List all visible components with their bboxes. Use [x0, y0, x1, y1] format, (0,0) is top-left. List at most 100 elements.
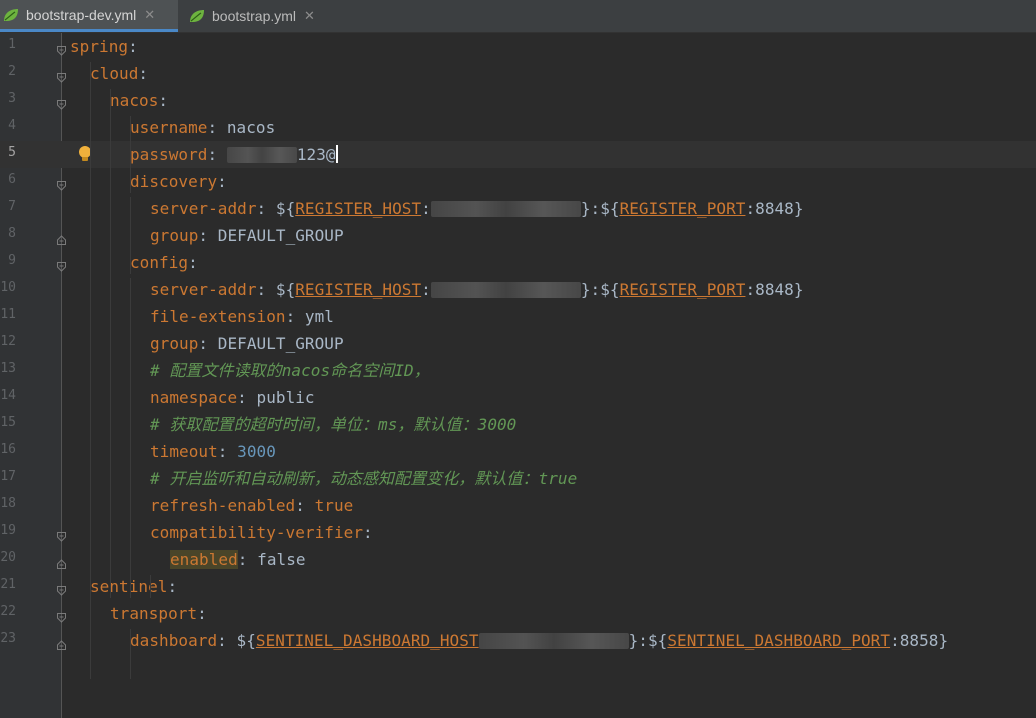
yaml-value: : DEFAULT_GROUP — [198, 226, 344, 245]
yaml-key: enabled — [170, 550, 238, 569]
code-text: sentinel: — [90, 576, 177, 597]
code-line[interactable]: 7 server-addr: ${REGISTER_HOST:}:${REGIST… — [0, 195, 1036, 222]
line-number: 16 — [0, 442, 16, 457]
code-line[interactable]: 19 compatibility-verifier: — [0, 519, 1036, 546]
fold-open-icon[interactable] — [57, 68, 66, 83]
yaml-key: refresh-enabled — [150, 496, 296, 515]
code-text: timeout: 3000 — [150, 441, 276, 462]
yaml-key: true — [314, 496, 354, 515]
line-number: 10 — [0, 280, 16, 295]
line-number: 15 — [0, 415, 16, 430]
code-line[interactable]: 5 password: 123@ — [0, 141, 1036, 168]
yaml-value: : — [421, 199, 431, 218]
yaml-value: : — [217, 442, 238, 461]
close-icon[interactable]: ✕ — [144, 7, 155, 23]
tab-bootstrap-dev-yml[interactable]: bootstrap-dev.yml ✕ — [0, 0, 178, 32]
yaml-comment: # 开启监听和自动刷新，动态感知配置变化，默认值：true — [150, 469, 578, 488]
tab-bootstrap-yml[interactable]: bootstrap.yml ✕ — [186, 0, 336, 32]
code-line[interactable]: 8 group: DEFAULT_GROUP — [0, 222, 1036, 249]
code-line[interactable]: 2 cloud: — [0, 60, 1036, 87]
code-line[interactable]: 6 discovery: — [0, 168, 1036, 195]
code-text: server-addr: ${REGISTER_HOST:}:${REGISTE… — [150, 198, 804, 219]
fold-open-icon[interactable] — [57, 581, 66, 596]
code-text: cloud: — [90, 63, 148, 84]
fold-close-icon[interactable] — [57, 635, 66, 650]
yaml-value: : — [128, 37, 138, 56]
yaml-value: 123@ — [296, 145, 336, 164]
code-text: config: — [130, 252, 198, 273]
yaml-value: :8848} — [745, 280, 804, 299]
spring-leaf-icon — [2, 7, 20, 23]
code-text: group: DEFAULT_GROUP — [150, 333, 344, 354]
line-number: 2 — [8, 64, 16, 79]
code-editor[interactable]: 1 spring: 2 cloud: 3 nacos: 4 username: nacos 5 p… — [0, 33, 1036, 718]
fold-open-icon[interactable] — [57, 41, 66, 56]
code-line[interactable]: 11 file-extension: yml — [0, 303, 1036, 330]
yaml-key: server-addr — [150, 199, 257, 218]
fold-open-icon[interactable] — [57, 95, 66, 110]
yaml-key: namespace — [150, 388, 238, 407]
code-line[interactable]: 15 # 获取配置的超时时间，单位：ms，默认值：3000 — [0, 411, 1036, 438]
code-text: namespace: public — [150, 387, 315, 408]
code-line[interactable]: 3 nacos: — [0, 87, 1036, 114]
yaml-value: : — [363, 523, 373, 542]
code-text: transport: — [110, 603, 207, 624]
indent-guide — [130, 197, 131, 274]
code-line[interactable]: 9 config: — [0, 249, 1036, 276]
line-number: 9 — [8, 253, 16, 268]
line-number: 3 — [8, 91, 16, 106]
line-number: 22 — [0, 604, 16, 619]
fold-open-icon[interactable] — [57, 176, 66, 191]
yaml-key: dashboard — [130, 631, 218, 650]
code-line[interactable]: 16 timeout: 3000 — [0, 438, 1036, 465]
yaml-value: 3000 — [237, 442, 276, 461]
code-line[interactable]: 22 transport: — [0, 600, 1036, 627]
yaml-value: :8858} — [890, 631, 949, 650]
line-number: 21 — [0, 577, 16, 592]
code-text: dashboard: ${SENTINEL_DASHBOARD_HOST}:${… — [130, 630, 948, 651]
env-variable: REGISTER_PORT — [619, 199, 746, 218]
close-icon[interactable]: ✕ — [304, 8, 315, 24]
env-variable: REGISTER_HOST — [295, 199, 422, 218]
code-line[interactable]: 12 group: DEFAULT_GROUP — [0, 330, 1036, 357]
code-line[interactable]: 1 spring: — [0, 33, 1036, 60]
indent-guide — [130, 629, 131, 679]
code-text: discovery: — [130, 171, 227, 192]
code-line[interactable]: 23 dashboard: ${SENTINEL_DASHBOARD_HOST}:… — [0, 627, 1036, 654]
line-number: 11 — [0, 307, 16, 322]
fold-open-icon[interactable] — [57, 257, 66, 272]
yaml-key: group — [150, 226, 199, 245]
line-number: 18 — [0, 496, 16, 511]
redacted-value — [430, 282, 581, 298]
line-number: 6 — [8, 172, 16, 187]
yaml-value: }:${ — [628, 631, 668, 650]
yaml-key: config — [130, 253, 189, 272]
line-number: 4 — [8, 118, 16, 133]
code-text: # 获取配置的超时时间，单位：ms，默认值：3000 — [150, 414, 516, 435]
indent-guide — [90, 62, 91, 679]
fold-close-icon[interactable] — [57, 554, 66, 569]
line-number: 12 — [0, 334, 16, 349]
tab-label: bootstrap.yml — [212, 8, 297, 24]
redacted-value — [226, 147, 297, 163]
fold-open-icon[interactable] — [57, 527, 66, 542]
code-text: spring: — [70, 36, 138, 57]
code-text: refresh-enabled: true — [150, 495, 353, 516]
code-line[interactable]: 21 sentinel: — [0, 573, 1036, 600]
code-line[interactable]: 14 namespace: public — [0, 384, 1036, 411]
yaml-key: group — [150, 334, 199, 353]
code-text: server-addr: ${REGISTER_HOST:}:${REGISTE… — [150, 279, 804, 300]
yaml-key: compatibility-verifier — [150, 523, 364, 542]
code-line[interactable]: 4 username: nacos — [0, 114, 1036, 141]
code-line[interactable]: 10 server-addr: ${REGISTER_HOST:}:${REGIS… — [0, 276, 1036, 303]
code-line[interactable]: 17 # 开启监听和自动刷新，动态感知配置变化，默认值：true — [0, 465, 1036, 492]
code-text: nacos: — [110, 90, 168, 111]
tab-label: bootstrap-dev.yml — [26, 6, 137, 23]
fold-close-icon[interactable] — [57, 230, 66, 245]
yaml-key: timeout — [150, 442, 218, 461]
yaml-value: : — [421, 280, 431, 299]
code-line[interactable]: 18 refresh-enabled: true — [0, 492, 1036, 519]
code-line[interactable]: 20 enabled: false — [0, 546, 1036, 573]
code-line[interactable]: 13 # 配置文件读取的nacos命名空间ID， — [0, 357, 1036, 384]
fold-open-icon[interactable] — [57, 608, 66, 623]
